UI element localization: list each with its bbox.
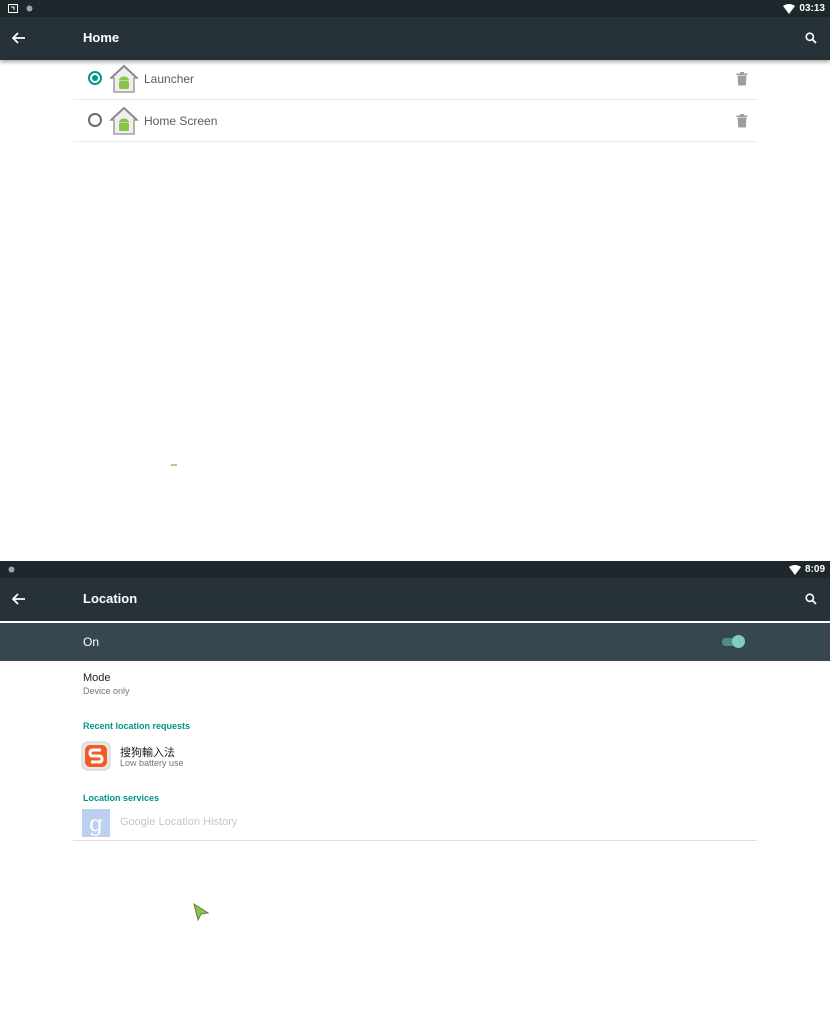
divider <box>73 840 757 841</box>
sync-notification-icon <box>8 566 15 573</box>
wifi-icon <box>783 3 796 14</box>
google-location-history-icon: g <box>81 808 111 838</box>
status-time: 03:13 <box>799 3 825 14</box>
mouse-cursor-remnant <box>171 464 177 466</box>
android-home-app-icon <box>109 64 139 94</box>
recent-location-requests-header: Recent location requests <box>83 721 191 731</box>
sogou-input-app-icon <box>81 741 111 771</box>
trash-icon[interactable] <box>736 72 748 86</box>
back-arrow-icon[interactable] <box>8 27 30 49</box>
location-services-header: Location services <box>83 793 160 803</box>
app-bar: Location <box>0 578 830 621</box>
location-service-row[interactable]: g Google Location History <box>81 808 381 838</box>
status-time: 8:09 <box>804 564 825 575</box>
home-settings-screen: 03:13 Home Launcher Home Screen <box>0 0 830 561</box>
screenshot-notification-icon <box>8 4 18 13</box>
radio-button-selected[interactable] <box>88 71 102 85</box>
mode-title: Mode <box>83 672 111 684</box>
app-battery-usage: Low battery use <box>120 758 184 768</box>
location-master-switch-bar[interactable]: On <box>0 623 830 661</box>
radio-button-unselected[interactable] <box>88 113 102 127</box>
home-app-row-launcher[interactable]: Launcher <box>73 58 757 100</box>
search-icon[interactable] <box>800 27 822 49</box>
status-bar: 8:09 <box>0 561 830 578</box>
search-icon[interactable] <box>800 588 822 610</box>
svg-text:g: g <box>89 812 103 837</box>
recent-request-app-row[interactable]: 搜狗輸入法 Low battery use <box>81 741 381 773</box>
app-bar: Home <box>0 17 830 60</box>
switch-label: On <box>83 635 100 649</box>
app-label: Launcher <box>144 72 195 86</box>
mode-setting[interactable]: Mode Device only <box>83 672 130 696</box>
mode-value: Device only <box>83 686 130 696</box>
app-label: Home Screen <box>144 114 218 128</box>
wifi-icon <box>788 564 801 575</box>
page-title: Home <box>83 30 120 45</box>
trash-icon[interactable] <box>736 114 748 128</box>
back-arrow-icon[interactable] <box>8 588 30 610</box>
location-settings-screen: 8:09 Location On Mode Device only Recent… <box>0 561 830 1029</box>
home-app-list: Launcher Home Screen <box>73 58 757 142</box>
location-toggle-switch[interactable] <box>722 635 746 649</box>
home-app-row-home-screen[interactable]: Home Screen <box>73 100 757 142</box>
mouse-pointer-icon <box>192 902 210 922</box>
status-bar: 03:13 <box>0 0 830 17</box>
page-title: Location <box>83 591 138 606</box>
android-home-app-icon <box>109 106 139 136</box>
sync-notification-icon <box>26 5 33 12</box>
service-name: Google Location History <box>120 816 238 828</box>
